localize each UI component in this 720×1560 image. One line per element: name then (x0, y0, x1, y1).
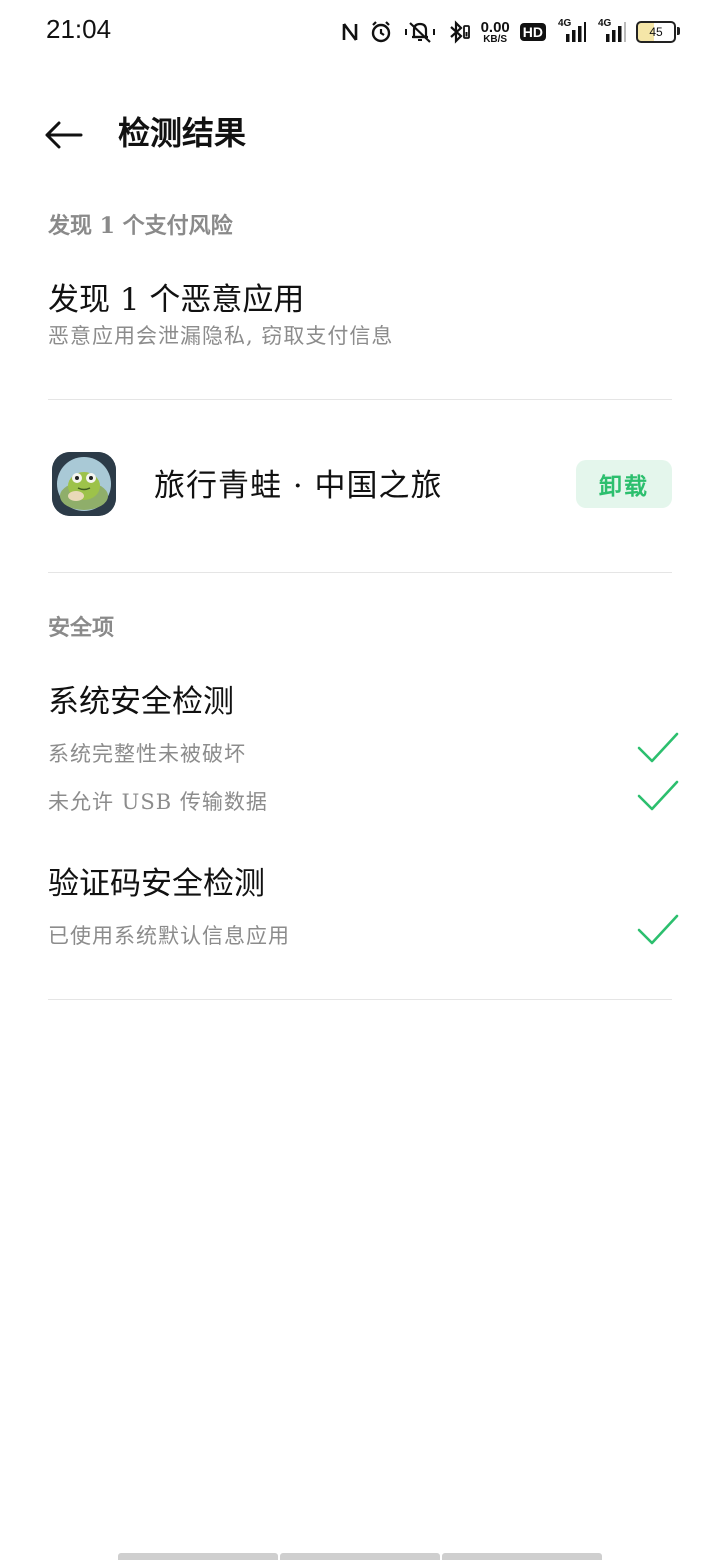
app-name: 旅行青蛙 · 中国之旅 (154, 468, 443, 504)
payment-risk-section-label: 发现 1 个支付风险 (48, 213, 233, 239)
signal-1-label: 4G (558, 18, 572, 29)
status-time: 21:04 (46, 14, 112, 44)
home-indicator-segment (442, 1553, 602, 1560)
signal-strength-icon-1: 4G (556, 18, 586, 44)
malicious-app-heading: 发现 1 个恶意应用 (48, 282, 305, 318)
divider (48, 572, 672, 573)
check-item: 已使用系统默认信息应用 (0, 914, 720, 960)
alarm-icon (369, 20, 393, 44)
status-bar: 21:04 0.00 KB/S HD 4G 4G 45 (0, 0, 720, 64)
check-item-text: 未允许 USB 传输数据 (48, 790, 268, 814)
home-indicator[interactable] (118, 1553, 602, 1560)
status-icons: 0.00 KB/S HD 4G 4G 45 (341, 16, 680, 48)
frog-app-icon (52, 452, 116, 516)
home-indicator-segment (280, 1553, 440, 1560)
check-item-text: 系统完整性未被破坏 (48, 742, 246, 766)
network-speed-value: 0.00 (480, 18, 510, 36)
nfc-icon (341, 20, 359, 44)
check-item-text: 已使用系统默认信息应用 (48, 924, 290, 948)
malicious-app-description: 恶意应用会泄漏隐私, 窃取支付信息 (48, 324, 394, 348)
battery-icon: 45 (636, 21, 680, 43)
check-icon (637, 914, 679, 945)
check-item: 未允许 USB 传输数据 (0, 780, 720, 826)
detection-result-screen: 21:04 0.00 KB/S HD 4G 4G 45 检测结果 发现 1 个支… (0, 0, 720, 1560)
signal-strength-icon-2: 4G (596, 18, 626, 44)
check-icon (637, 732, 679, 763)
app-icon[interactable] (52, 452, 116, 516)
network-speed: 0.00 KB/S (481, 20, 510, 45)
network-speed-unit: KB/S (483, 33, 508, 45)
check-item: 系统完整性未被破坏 (0, 732, 720, 778)
back-button[interactable] (40, 112, 86, 158)
system-security-heading: 系统安全检测 (48, 684, 234, 720)
divider (48, 999, 672, 1000)
uninstall-button[interactable]: 卸载 (576, 460, 672, 508)
bluetooth-icon (447, 20, 471, 44)
hd-voice-badge: HD (519, 23, 546, 41)
divider (48, 399, 672, 400)
vibrate-icon (403, 20, 437, 44)
back-arrow-icon (45, 121, 83, 149)
home-indicator-segment (118, 1553, 278, 1560)
battery-level: 45 (649, 25, 663, 39)
verification-code-security-heading: 验证码安全检测 (48, 866, 265, 902)
safety-section-label: 安全项 (48, 615, 115, 641)
page-title: 检测结果 (118, 114, 247, 152)
check-icon (637, 780, 679, 811)
signal-2-label: 4G (598, 18, 612, 29)
